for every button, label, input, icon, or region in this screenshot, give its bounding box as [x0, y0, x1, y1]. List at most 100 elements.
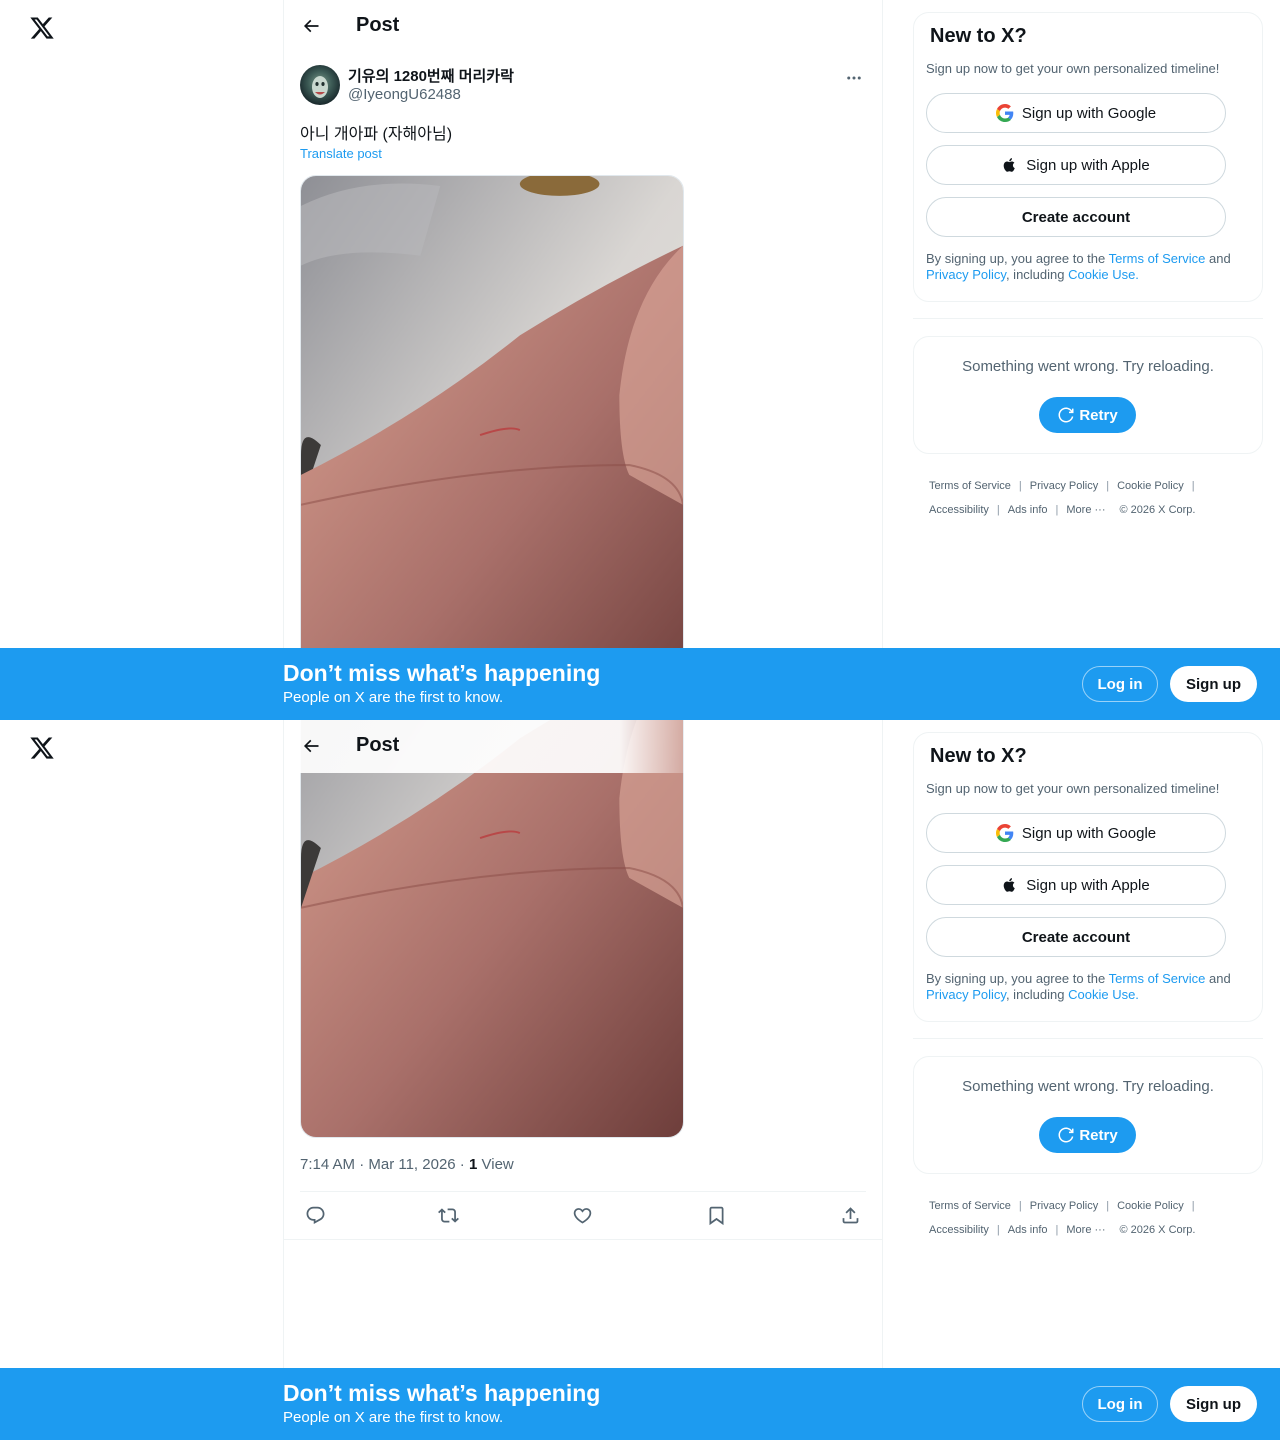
signup-legal-text: By signing up, you agree to the Terms of… — [926, 971, 1252, 1003]
legal-prefix: By signing up, you agree to the — [926, 251, 1109, 266]
column-divider — [882, 720, 883, 1440]
legal-including: , including — [1005, 267, 1069, 282]
post-actions — [300, 1203, 866, 1227]
post-text: 아니 개아파 (자해아님) — [300, 126, 453, 143]
footer-ads-link[interactable]: Ads info — [1008, 504, 1048, 516]
view-label: View — [481, 1156, 514, 1173]
signup-google-button[interactable]: Sign up with Google — [926, 93, 1226, 133]
post-header: Post — [284, 0, 882, 53]
privacy-link[interactable]: Privacy Policy — [926, 987, 1006, 1002]
footer-separator: | — [996, 1224, 1000, 1236]
meta-separator: · — [455, 1156, 469, 1173]
signup-google-label: Sign up with Google — [1021, 824, 1157, 842]
footer-separator: | — [1055, 504, 1059, 516]
footer-separator: | — [1191, 1200, 1195, 1212]
signup-legal-text: By signing up, you agree to the Terms of… — [926, 251, 1252, 283]
post-timestamp[interactable]: 7:14 AM · Mar 11, 2026 — [300, 1156, 456, 1173]
more-options-icon[interactable] — [844, 68, 864, 88]
footer-privacy-link[interactable]: Privacy Policy — [1030, 480, 1098, 492]
signup-button[interactable]: Sign up — [1170, 666, 1257, 702]
signup-card: New to X? Sign up now to get your own pe… — [913, 732, 1263, 1022]
reply-icon[interactable] — [303, 1203, 327, 1227]
create-account-button[interactable]: Create account — [926, 917, 1226, 957]
actions-divider — [300, 1191, 866, 1192]
error-card: Something went wrong. Try reloading. Ret… — [913, 336, 1263, 454]
refresh-icon — [1057, 1126, 1075, 1144]
post-author: 기유의 1280번째 머리카락 @IyeongU62488 — [300, 64, 870, 108]
apple-icon — [1002, 156, 1018, 174]
x-logo-icon[interactable] — [29, 735, 55, 761]
post-meta: 7:14 AM · Mar 11, 2026 · 1 View — [300, 1156, 514, 1173]
retry-button[interactable]: Retry — [1039, 1117, 1136, 1153]
legal-and: and — [1205, 971, 1231, 986]
footer-terms-link[interactable]: Terms of Service — [929, 1200, 1011, 1212]
footer-copyright: © 2026 X Corp. — [1119, 1224, 1196, 1236]
create-account-label: Create account — [1021, 928, 1131, 946]
terms-link[interactable]: Terms of Service — [1109, 971, 1206, 986]
footer-links: Terms of Service | Privacy Policy | Cookie… — [929, 1194, 1259, 1242]
footer-separator: | — [1191, 480, 1195, 492]
signup-subtitle: Sign up now to get your own personalized… — [926, 61, 1220, 76]
post-photo[interactable] — [300, 720, 684, 1138]
footer-more-link[interactable]: More ··· — [1066, 1224, 1105, 1236]
footer-accessibility-link[interactable]: Accessibility — [929, 504, 989, 516]
footer-separator: | — [1106, 480, 1110, 492]
footer-links: Terms of Service | Privacy Policy | Cookie… — [929, 474, 1259, 522]
retry-label: Retry — [1079, 1126, 1118, 1144]
signup-title: New to X? — [930, 25, 1027, 47]
login-button[interactable]: Log in — [1082, 1386, 1158, 1422]
sidebar-divider — [913, 318, 1263, 319]
cookie-use-link[interactable]: Cookie Use. — [1068, 987, 1139, 1002]
author-name[interactable]: 기유의 1280번째 머리카락 — [348, 65, 514, 86]
refresh-icon — [1057, 406, 1075, 424]
post-photo[interactable] — [300, 175, 684, 720]
footer-separator: | — [996, 504, 1000, 516]
share-icon[interactable] — [838, 1203, 862, 1227]
footer-terms-link[interactable]: Terms of Service — [929, 480, 1011, 492]
signup-apple-label: Sign up with Apple — [1026, 876, 1150, 894]
avatar[interactable] — [300, 65, 340, 105]
page-title: Post — [356, 14, 400, 36]
translate-post-link[interactable]: Translate post — [300, 146, 382, 161]
retry-button[interactable]: Retry — [1039, 397, 1136, 433]
footer-ads-link[interactable]: Ads info — [1008, 1224, 1048, 1236]
column-divider — [283, 0, 284, 720]
terms-link[interactable]: Terms of Service — [1109, 251, 1206, 266]
privacy-link[interactable]: Privacy Policy — [926, 267, 1006, 282]
signup-button[interactable]: Sign up — [1170, 1386, 1257, 1422]
signup-apple-button[interactable]: Sign up with Apple — [926, 145, 1226, 185]
banner-subtitle: People on X are the first to know. — [283, 1409, 504, 1426]
cookie-use-link[interactable]: Cookie Use. — [1068, 267, 1139, 282]
error-message: Something went wrong. Try reloading. — [962, 1078, 1214, 1095]
x-logo-icon[interactable] — [29, 15, 55, 41]
banner-title: Don’t miss what’s happening — [283, 1380, 601, 1406]
post-bottom-divider — [284, 1239, 882, 1240]
footer-more-link[interactable]: More ··· — [1066, 504, 1105, 516]
banner-title: Don’t miss what’s happening — [283, 660, 601, 686]
banner-subtitle: People on X are the first to know. — [283, 689, 504, 706]
create-account-button[interactable]: Create account — [926, 197, 1226, 237]
legal-including: , including — [1005, 987, 1069, 1002]
login-button[interactable]: Log in — [1082, 666, 1158, 702]
footer-copyright: © 2026 X Corp. — [1119, 504, 1196, 516]
apple-icon — [1002, 876, 1018, 894]
signup-title: New to X? — [930, 745, 1027, 767]
like-icon[interactable] — [570, 1203, 594, 1227]
back-arrow-icon[interactable] — [298, 733, 324, 759]
view-count: 1 — [468, 1156, 478, 1173]
signup-subtitle: Sign up now to get your own personalized… — [926, 781, 1220, 796]
footer-privacy-link[interactable]: Privacy Policy — [1030, 1200, 1098, 1212]
footer-cookie-link[interactable]: Cookie Policy — [1117, 1200, 1184, 1212]
footer-separator: | — [1055, 1224, 1059, 1236]
signup-google-button[interactable]: Sign up with Google — [926, 813, 1226, 853]
back-arrow-icon[interactable] — [298, 13, 324, 39]
author-handle[interactable]: @IyeongU62488 — [348, 86, 461, 103]
bookmark-icon[interactable] — [704, 1203, 728, 1227]
footer-separator: | — [1106, 1200, 1110, 1212]
footer-cookie-link[interactable]: Cookie Policy — [1117, 480, 1184, 492]
repost-icon[interactable] — [436, 1203, 460, 1227]
signup-apple-button[interactable]: Sign up with Apple — [926, 865, 1226, 905]
error-message: Something went wrong. Try reloading. — [962, 358, 1214, 375]
footer-accessibility-link[interactable]: Accessibility — [929, 1224, 989, 1236]
signup-apple-label: Sign up with Apple — [1026, 156, 1150, 174]
